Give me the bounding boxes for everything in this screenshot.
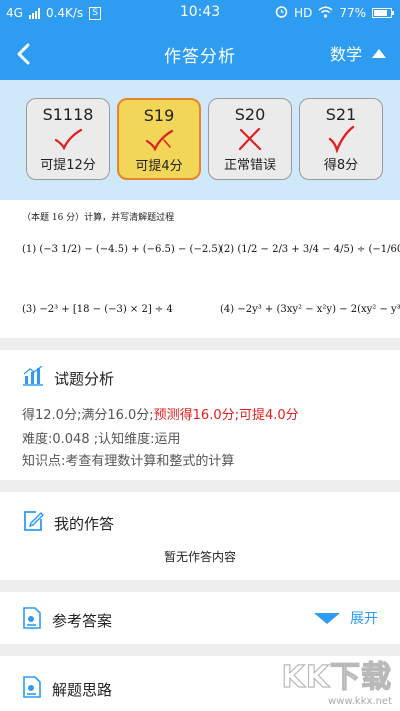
watermark: KK下载 www.kkx.net — [281, 652, 392, 707]
question-id: S19 — [143, 106, 175, 125]
reference-title: 参考答案 — [52, 611, 113, 630]
problem-item-3: (3) −2³ + [18 − (−3) × 2] ÷ 4 — [22, 304, 173, 315]
cross-mark-icon — [209, 125, 291, 153]
expand-label: 展开 — [350, 611, 378, 627]
watermark-logo: KK下载 — [281, 659, 392, 695]
question-id: S20 — [234, 105, 266, 124]
approach-heading: 解题思路 — [22, 676, 112, 702]
score-line: 得12.0分;满分16.0分;预测得16.0分;可提4.0分 — [22, 404, 299, 423]
approach-title: 解题思路 — [52, 680, 113, 699]
triangle-down-icon — [314, 612, 340, 624]
analysis-heading: 试题分析 — [22, 365, 115, 390]
question-status: 可提4分 — [135, 159, 183, 174]
reference-heading: 参考答案 — [22, 607, 112, 633]
predict-text: 预测得16.0分;可提4.0分 — [153, 408, 299, 423]
problem-item-1: (1) (−3 1/2) − (−4.5) + (−6.5) − (−2.5) — [22, 244, 222, 255]
my-answer-heading: 我的作答 — [22, 510, 114, 536]
question-status: 得8分 — [323, 158, 359, 173]
hd-indicator: HD — [294, 6, 313, 20]
question-card-s20[interactable]: S20 正常错误 — [208, 98, 292, 180]
question-content: （本题 16 分）计算，并写清解题过程 (1) (−3 1/2) − (−4.5… — [0, 200, 400, 338]
check-mark-icon — [27, 125, 109, 153]
check-mark-icon — [300, 125, 382, 153]
analysis-section: 试题分析 得12.0分;满分16.0分;预测得16.0分;可提4.0分 难度:0… — [0, 350, 400, 480]
question-card-s19[interactable]: S19 可提4分 — [117, 98, 201, 180]
question-title: （本题 16 分）计算，并写清解题过程 — [22, 213, 175, 223]
document-icon — [22, 607, 42, 633]
subject-selector[interactable]: 数学 — [330, 41, 386, 65]
question-id: S21 — [325, 105, 357, 124]
wifi-icon — [318, 6, 333, 21]
question-status: 可提12分 — [40, 158, 96, 173]
my-answer-section: 我的作答 暂无作答内容 — [0, 492, 400, 580]
question-selector: S1118 可提12分 S19 可提4分 S20 正常错误 S21 得8分 — [0, 80, 400, 200]
question-id: S1118 — [42, 105, 94, 124]
question-card-s21[interactable]: S21 得8分 — [299, 98, 383, 180]
score-text: 得12.0分;满分16.0分; — [22, 408, 154, 423]
empty-answer-note: 暂无作答内容 — [163, 550, 236, 564]
expand-button[interactable]: 展开 — [314, 608, 378, 628]
battery-icon — [372, 8, 394, 18]
battery-percent: 77% — [339, 6, 366, 20]
analysis-title: 试题分析 — [54, 369, 115, 388]
knowledge-line: 知识点:考查有理数计算和整式的计算 — [22, 454, 235, 469]
watermark-url: www.kkx.net — [328, 696, 392, 707]
subject-label: 数学 — [329, 45, 362, 64]
problem-item-2: (2) (1/2 − 2/3 + 3/4 − 4/5) ÷ (−1/60) — [220, 244, 400, 255]
check-mark-icon — [119, 126, 199, 154]
app-header: 作答分析 数学 — [0, 28, 400, 80]
document-icon — [22, 676, 42, 702]
bar-chart-icon — [22, 365, 44, 390]
triangle-up-icon — [372, 48, 386, 58]
question-card-s1118[interactable]: S1118 可提12分 — [26, 98, 110, 180]
alarm-icon — [275, 5, 288, 21]
my-answer-title: 我的作答 — [54, 514, 115, 533]
problem-item-4: (4) −2y³ + (3xy² − x²y) − 2(xy² − y³) — [220, 304, 400, 315]
reference-answer-section[interactable]: 参考答案 展开 — [0, 592, 400, 644]
question-status: 正常错误 — [223, 158, 276, 173]
status-bar: 4G 0.4K/s S 10:43 HD 77% — [0, 0, 400, 28]
edit-icon — [22, 510, 45, 536]
difficulty-line: 难度:0.048 ;认知维度:运用 — [22, 432, 181, 447]
